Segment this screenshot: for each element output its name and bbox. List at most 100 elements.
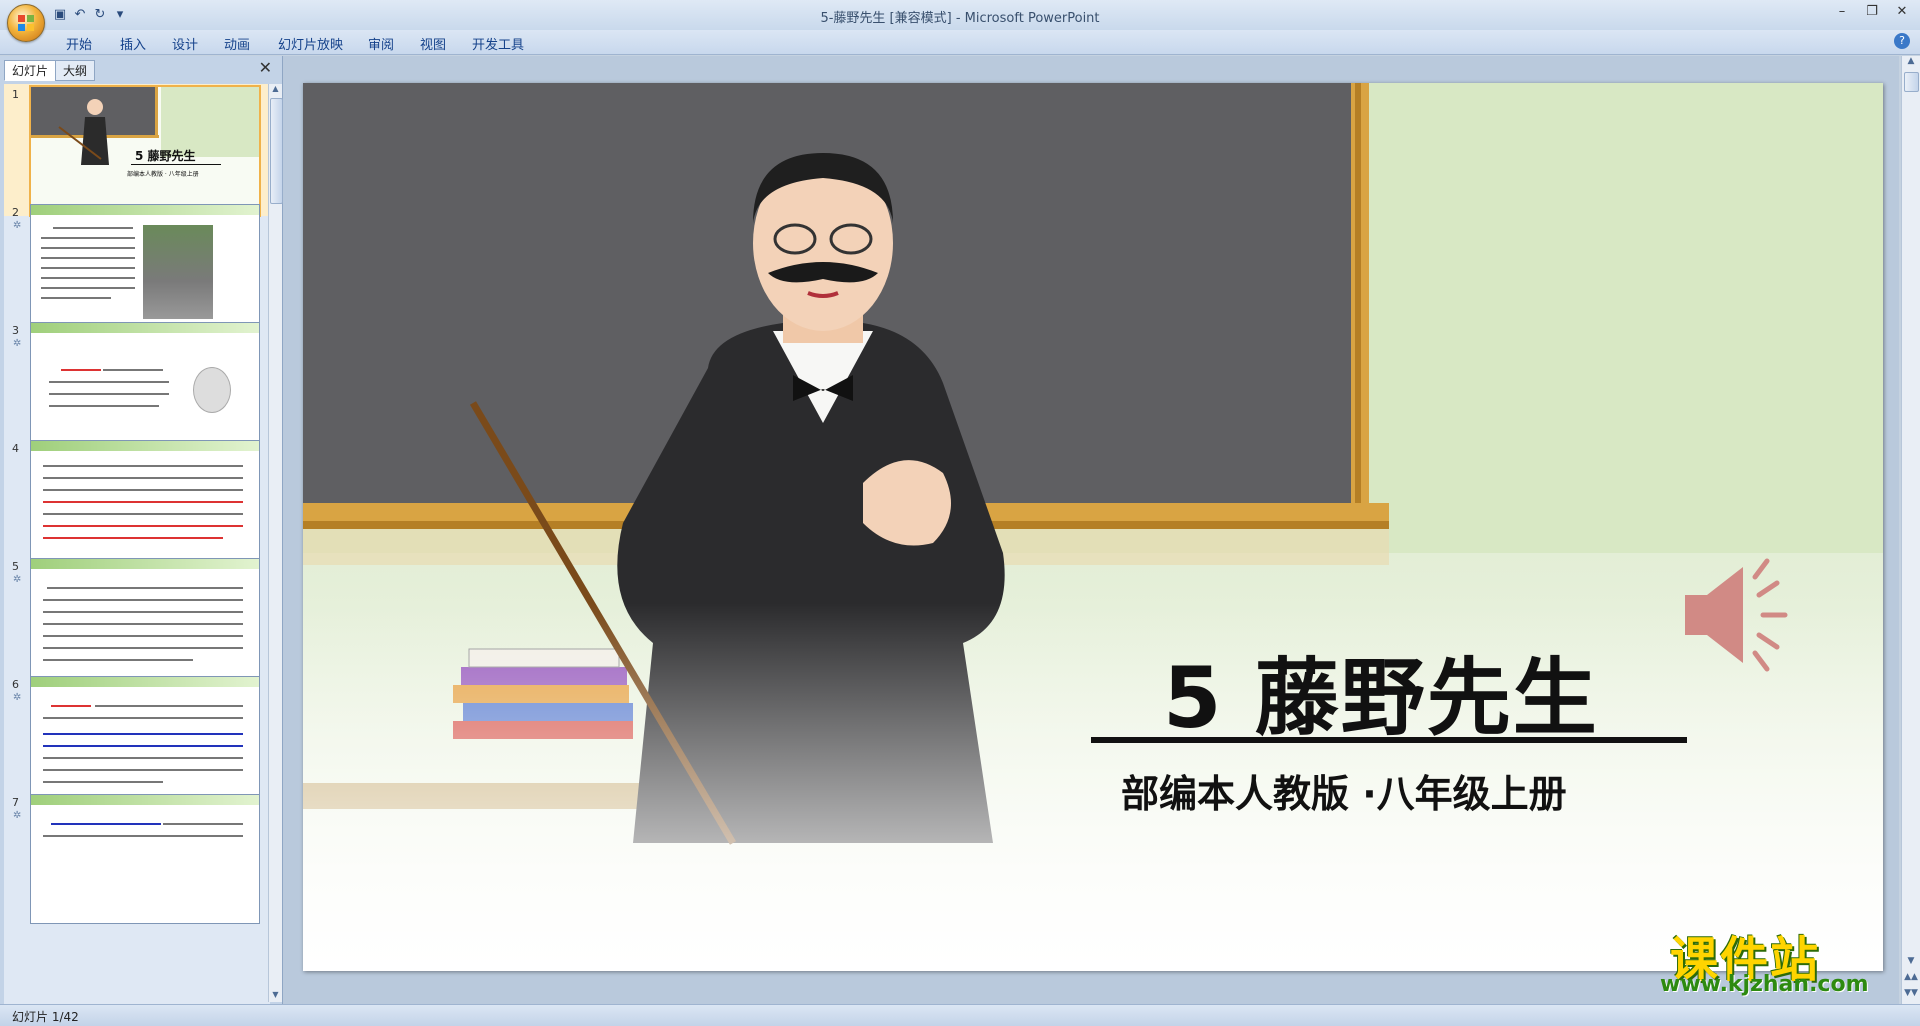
text-line	[43, 769, 243, 771]
slide-thumb-5[interactable]: 5 ✲	[4, 556, 270, 688]
slide-thumb-6[interactable]: 6 ✲	[4, 674, 270, 806]
author-portrait	[193, 367, 231, 413]
text-line	[43, 745, 243, 747]
text-line	[43, 611, 243, 613]
slide-number: 3	[12, 324, 19, 337]
next-slide-icon[interactable]: ▼▼	[1902, 988, 1920, 1002]
text-line	[53, 227, 133, 229]
tab-insert[interactable]: 插入	[120, 34, 146, 53]
text-line	[43, 733, 243, 735]
slide-illustration	[303, 83, 1883, 971]
scroll-up-icon[interactable]: ▲	[1902, 56, 1920, 70]
thumbnail	[30, 440, 260, 570]
help-icon[interactable]: ?	[1894, 33, 1910, 49]
watermark-url: www.kjzhan.com	[1660, 972, 1869, 997]
current-slide[interactable]: 5 藤野先生 部编本人教版 ·八年级上册	[303, 83, 1883, 971]
thumbnail	[30, 794, 260, 924]
text-line	[49, 393, 169, 395]
editor-scrollbar[interactable]: ▲ ▼ ▲▲ ▼▼	[1901, 56, 1920, 1004]
text-line	[43, 599, 243, 601]
statue-photo	[143, 225, 213, 319]
text-line	[41, 287, 135, 289]
text-line	[61, 369, 101, 371]
previous-slide-icon[interactable]: ▲▲	[1902, 972, 1920, 986]
office-button[interactable]	[7, 4, 45, 42]
text-line	[41, 247, 135, 249]
slide-counter: 幻灯片 1/42	[12, 1010, 79, 1024]
thumbnail	[30, 322, 260, 452]
slide-thumb-3[interactable]: 3 ✲	[4, 320, 270, 452]
scrollbar-thumb[interactable]	[1904, 72, 1919, 92]
tab-review[interactable]: 审阅	[368, 34, 394, 53]
text-line	[41, 297, 111, 299]
text-line	[43, 501, 243, 503]
scroll-up-icon[interactable]: ▲	[269, 84, 282, 96]
slide-thumb-2[interactable]: 2 ✲	[4, 202, 270, 334]
slide-thumb-7[interactable]: 7 ✲	[4, 792, 270, 924]
text-line	[103, 369, 163, 371]
close-pane-icon[interactable]: ✕	[259, 58, 272, 77]
text-line	[43, 757, 243, 759]
thumb-header-bar	[31, 677, 259, 687]
thumbnail	[30, 676, 260, 806]
minimize-icon[interactable]: –	[1832, 4, 1852, 22]
text-line	[41, 257, 135, 259]
slide-title[interactable]: 5 藤野先生	[1163, 631, 1803, 747]
slide-number: 7	[12, 796, 19, 809]
scroll-down-icon[interactable]: ▼	[269, 990, 282, 1002]
thumb-header-bar	[31, 441, 259, 451]
thumbnail	[30, 204, 260, 334]
thumbnail	[30, 558, 260, 688]
text-line	[43, 781, 163, 783]
slide-thumb-4[interactable]: 4	[4, 438, 270, 570]
close-icon[interactable]: ✕	[1892, 4, 1912, 22]
text-line	[43, 465, 243, 467]
text-line	[47, 587, 243, 589]
text-line	[41, 267, 135, 269]
slide-editor-area: 5 藤野先生 部编本人教版 ·八年级上册	[283, 56, 1899, 1004]
slides-pane-scrollbar[interactable]: ▲ ▼	[268, 84, 283, 1002]
text-line	[43, 717, 243, 719]
animation-star-icon: ✲	[13, 810, 22, 821]
thumb-header-bar	[31, 205, 259, 215]
slides-pane: 幻灯片 大纲 ✕ 1 5 藤野先生 部编本人教版 · 八年级上册 2 ✲ 3 ✲…	[0, 56, 283, 1004]
animation-star-icon: ✲	[13, 220, 22, 231]
text-line	[43, 513, 243, 515]
text-line	[41, 237, 135, 239]
tab-developer[interactable]: 开发工具	[472, 34, 524, 53]
slide-number: 4	[12, 442, 19, 455]
text-line	[43, 635, 243, 637]
scrollbar-thumb[interactable]	[270, 98, 283, 204]
slide-number: 2	[12, 206, 19, 219]
text-line	[41, 277, 135, 279]
text-line	[43, 647, 243, 649]
restore-icon[interactable]: ❐	[1862, 4, 1882, 22]
slide-number: 1	[12, 88, 19, 101]
slide-subtitle[interactable]: 部编本人教版 ·八年级上册	[1121, 763, 1567, 818]
thumb-header-bar	[31, 795, 259, 805]
text-line	[43, 525, 243, 527]
animation-star-icon: ✲	[13, 338, 22, 349]
animation-star-icon: ✲	[13, 692, 22, 703]
text-line	[43, 537, 223, 539]
tab-animation[interactable]: 动画	[224, 34, 250, 53]
slide-thumbnails: 1 5 藤野先生 部编本人教版 · 八年级上册 2 ✲ 3 ✲ 4 5 ✲ 6 …	[4, 84, 270, 1004]
animation-star-icon: ✲	[13, 574, 22, 585]
slide-thumb-1[interactable]: 1 5 藤野先生 部编本人教版 · 八年级上册	[4, 84, 270, 217]
thumb-rule	[131, 164, 221, 165]
tab-home[interactable]: 开始	[66, 34, 92, 53]
thumb-header-bar	[31, 323, 259, 333]
text-line	[163, 823, 243, 825]
ribbon-tabs: 开始 插入 设计 动画 幻灯片放映 审阅 视图 开发工具 ?	[0, 30, 1920, 55]
status-bar: 幻灯片 1/42	[0, 1004, 1920, 1026]
tab-view[interactable]: 视图	[420, 34, 446, 53]
window-controls: – ❐ ✕	[1832, 4, 1912, 22]
tab-slideshow[interactable]: 幻灯片放映	[278, 34, 343, 53]
thumb-title: 5 藤野先生	[135, 149, 196, 163]
title-bar: ▣ ↶ ↻ ▾ 5-藤野先生 [兼容模式] - Microsoft PowerP…	[0, 0, 1920, 31]
text-line	[43, 659, 193, 661]
scroll-down-icon[interactable]: ▼	[1902, 956, 1920, 970]
tab-design[interactable]: 设计	[172, 34, 198, 53]
tab-outline[interactable]: 大纲	[55, 60, 96, 81]
tab-slides[interactable]: 幻灯片	[4, 60, 57, 81]
